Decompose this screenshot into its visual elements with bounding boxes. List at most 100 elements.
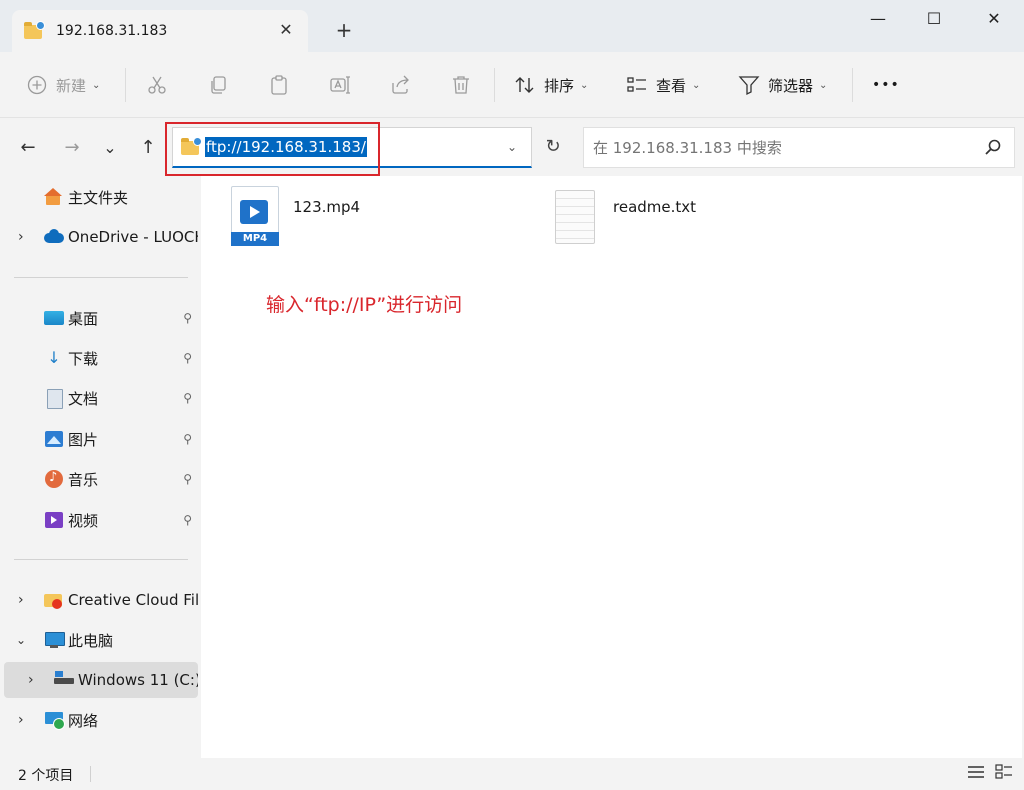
home-icon — [44, 188, 64, 206]
sidebar-item-home[interactable]: 主文件夹 — [4, 179, 198, 215]
chevron-down-icon[interactable]: ⌄ — [507, 140, 517, 154]
details-view-button[interactable] — [966, 764, 986, 784]
rename-button[interactable] — [329, 71, 359, 99]
network-icon — [44, 711, 65, 730]
pin-icon[interactable]: ⚲ — [183, 391, 192, 405]
drive-icon — [54, 671, 74, 689]
recent-locations-button[interactable]: ⌄ — [98, 136, 122, 160]
chevron-down-icon: ⌄ — [92, 79, 101, 91]
pictures-icon — [44, 430, 64, 448]
copy-button[interactable] — [207, 71, 237, 99]
navigation-pane: 主文件夹 › OneDrive - LUOCH 桌面 ⚲ ↓ 下载 ⚲ 文档 ⚲… — [0, 176, 200, 758]
sidebar-item-music[interactable]: 音乐 ⚲ — [4, 461, 198, 497]
sidebar-item-onedrive[interactable]: › OneDrive - LUOCH — [4, 219, 198, 255]
more-options-button[interactable]: ••• — [872, 71, 900, 99]
file-list[interactable]: MP4 123.mp4 readme.txt 输入“ftp://IP”进行访问 — [201, 176, 1022, 758]
add-icon — [26, 74, 48, 96]
sidebar-item-network[interactable]: › 网络 — [4, 702, 198, 738]
toolbar-divider — [852, 68, 853, 102]
sidebar-item-label: 网络 — [68, 711, 99, 730]
sidebar-item-label: 音乐 — [68, 470, 99, 489]
delete-button[interactable] — [450, 71, 480, 99]
sidebar-item-downloads[interactable]: ↓ 下载 ⚲ — [4, 340, 198, 376]
search-box[interactable] — [583, 127, 1015, 168]
paste-icon — [268, 74, 290, 96]
maximize-button[interactable]: ☐ — [922, 8, 946, 30]
this-pc-icon — [44, 631, 65, 649]
chevron-right-icon[interactable]: › — [18, 712, 24, 728]
file-name: 123.mp4 — [293, 198, 361, 216]
view-icon — [626, 74, 648, 96]
annotation-highlight-box — [165, 122, 380, 176]
title-bar: 192.168.31.183 ✕ + — ☐ ✕ — [0, 0, 1024, 52]
refresh-button[interactable]: ↻ — [541, 135, 565, 159]
pin-icon[interactable]: ⚲ — [183, 513, 192, 527]
copy-icon — [207, 74, 229, 96]
pin-icon[interactable]: ⚲ — [183, 472, 192, 486]
toolbar-divider — [494, 68, 495, 102]
share-button[interactable] — [389, 71, 419, 99]
new-tab-button[interactable]: + — [334, 20, 354, 40]
annotation-text: 输入“ftp://IP”进行访问 — [266, 294, 463, 316]
close-tab-icon[interactable]: ✕ — [278, 22, 294, 38]
sidebar-divider — [14, 559, 188, 560]
sidebar-item-label: 主文件夹 — [68, 188, 129, 207]
videos-icon — [44, 511, 64, 529]
chevron-right-icon[interactable]: › — [28, 672, 34, 688]
new-button[interactable]: 新建 ⌄ — [26, 71, 100, 99]
rename-icon — [329, 74, 351, 96]
search-icon[interactable] — [984, 138, 1002, 161]
back-button[interactable]: ← — [16, 136, 40, 160]
status-bar: 2 个项目 — [0, 758, 1024, 790]
video-file-icon: MP4 — [231, 186, 281, 248]
sidebar-item-label: Creative Cloud Files — [68, 591, 198, 609]
text-file-icon — [555, 190, 599, 246]
sort-icon — [514, 74, 536, 96]
view-button[interactable]: 查看 ⌄ — [626, 71, 700, 99]
forward-button[interactable]: → — [60, 136, 84, 160]
pin-icon[interactable]: ⚲ — [183, 432, 192, 446]
sidebar-item-creative-cloud[interactable]: › Creative Cloud Files — [4, 582, 198, 618]
sidebar-item-videos[interactable]: 视频 ⚲ — [4, 502, 198, 538]
minimize-button[interactable]: — — [866, 8, 890, 30]
tab-title: 192.168.31.183 — [56, 23, 168, 39]
file-item[interactable]: MP4 123.mp4 — [231, 186, 360, 248]
documents-icon — [44, 389, 64, 409]
sidebar-item-windows-drive[interactable]: › Windows 11 (C:) — [4, 662, 198, 698]
sort-button[interactable]: 排序 ⌄ — [514, 71, 588, 99]
tiles-view-button[interactable] — [994, 764, 1014, 784]
close-window-button[interactable]: ✕ — [982, 8, 1006, 30]
sort-label: 排序 — [544, 76, 575, 95]
chevron-down-icon: ⌄ — [819, 79, 828, 91]
up-button[interactable]: ↑ — [136, 136, 160, 160]
delete-icon — [450, 74, 472, 96]
paste-button[interactable] — [268, 71, 298, 99]
chevron-right-icon[interactable]: › — [18, 592, 24, 608]
pin-icon[interactable]: ⚲ — [183, 351, 192, 365]
new-label: 新建 — [56, 76, 87, 95]
download-icon: ↓ — [47, 348, 61, 367]
chevron-right-icon[interactable]: › — [18, 229, 24, 245]
search-input[interactable] — [593, 138, 953, 157]
sidebar-item-pictures[interactable]: 图片 ⚲ — [4, 421, 198, 457]
ftp-folder-icon — [24, 21, 45, 39]
sidebar-item-desktop[interactable]: 桌面 ⚲ — [4, 300, 198, 336]
chevron-down-icon: ⌄ — [692, 79, 701, 91]
view-label: 查看 — [656, 76, 687, 95]
cut-button[interactable] — [146, 71, 176, 99]
file-type-tag: MP4 — [231, 232, 279, 246]
creative-cloud-icon — [44, 591, 64, 609]
sidebar-item-label: 下载 — [68, 349, 99, 368]
sidebar-divider — [14, 277, 188, 278]
sidebar-item-documents[interactable]: 文档 ⚲ — [4, 380, 198, 416]
tab-ftp[interactable]: 192.168.31.183 ✕ — [12, 10, 308, 52]
sidebar-item-this-pc[interactable]: ⌄ 此电脑 — [4, 622, 198, 658]
onedrive-icon — [44, 228, 64, 246]
sidebar-item-label: 图片 — [68, 430, 99, 449]
file-item[interactable]: readme.txt — [555, 190, 696, 246]
sidebar-item-label: Windows 11 (C:) — [78, 671, 198, 689]
filter-button[interactable]: 筛选器 ⌄ — [738, 71, 827, 99]
pin-icon[interactable]: ⚲ — [183, 311, 192, 325]
sidebar-item-label: 文档 — [68, 389, 99, 408]
chevron-down-icon[interactable]: ⌄ — [16, 633, 26, 647]
